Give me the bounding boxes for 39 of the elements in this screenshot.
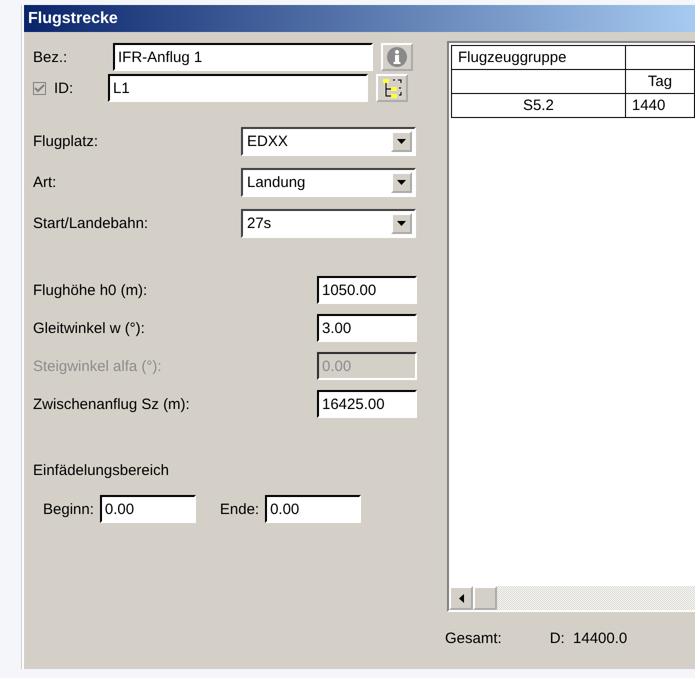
table-cell [625,46,694,70]
info-icon [386,46,408,68]
table-cell: S5.2 [452,94,626,118]
dropdown[interactable]: Landung [241,168,416,197]
field-label: ID: [54,80,74,96]
dropdown[interactable]: EDXX [241,127,416,156]
dropdown-arrow-icon [397,139,406,144]
scroll-left-button[interactable] [449,586,473,610]
field-label: Ende: [220,500,260,518]
field-label: Gleitwinkel w (°): [33,320,146,336]
dropdown[interactable]: 27s [241,209,416,238]
input-field[interactable]: 0.00 [100,495,196,523]
summary-label: Gesamt: [445,630,502,647]
field-label: Flughöhe h0 (m): [33,282,148,298]
window-title: Flugstrecke [28,10,118,28]
scroll-thumb[interactable] [473,586,497,610]
left-arrow-icon [458,594,464,602]
tree-icon [381,77,403,99]
input-field[interactable]: 3.00 [317,314,417,342]
table-cell: 1440 [625,94,694,118]
section-title: Einfädelungsbereich [33,462,170,479]
dropdown-arrow-icon [397,180,406,185]
input-field[interactable]: 16425.00 [317,390,417,418]
field-label: Art: [33,174,58,191]
summary-value: D: 14400.0 [550,630,628,647]
column-header: Tag [625,70,694,94]
column-header: Flugzeuggruppe [452,46,626,70]
input-field[interactable]: IFR-Anflug 1 [113,43,373,71]
field-label: Bez.: [33,48,68,66]
field-label: Beginn: [43,500,94,518]
horizontal-scrollbar[interactable] [449,586,695,610]
field-label: Flugplatz: [33,133,100,150]
input-field[interactable]: 1050.00 [317,276,417,304]
field-label: Zwischenanflug Sz (m): [33,396,191,412]
field-label: Start/Landebahn: [33,215,150,232]
field-label: Steigwinkel alfa (°): [33,358,163,374]
tree-button[interactable] [376,74,408,102]
dropdown-arrow-icon [397,221,406,226]
input-field[interactable]: 0.00 [265,495,362,523]
